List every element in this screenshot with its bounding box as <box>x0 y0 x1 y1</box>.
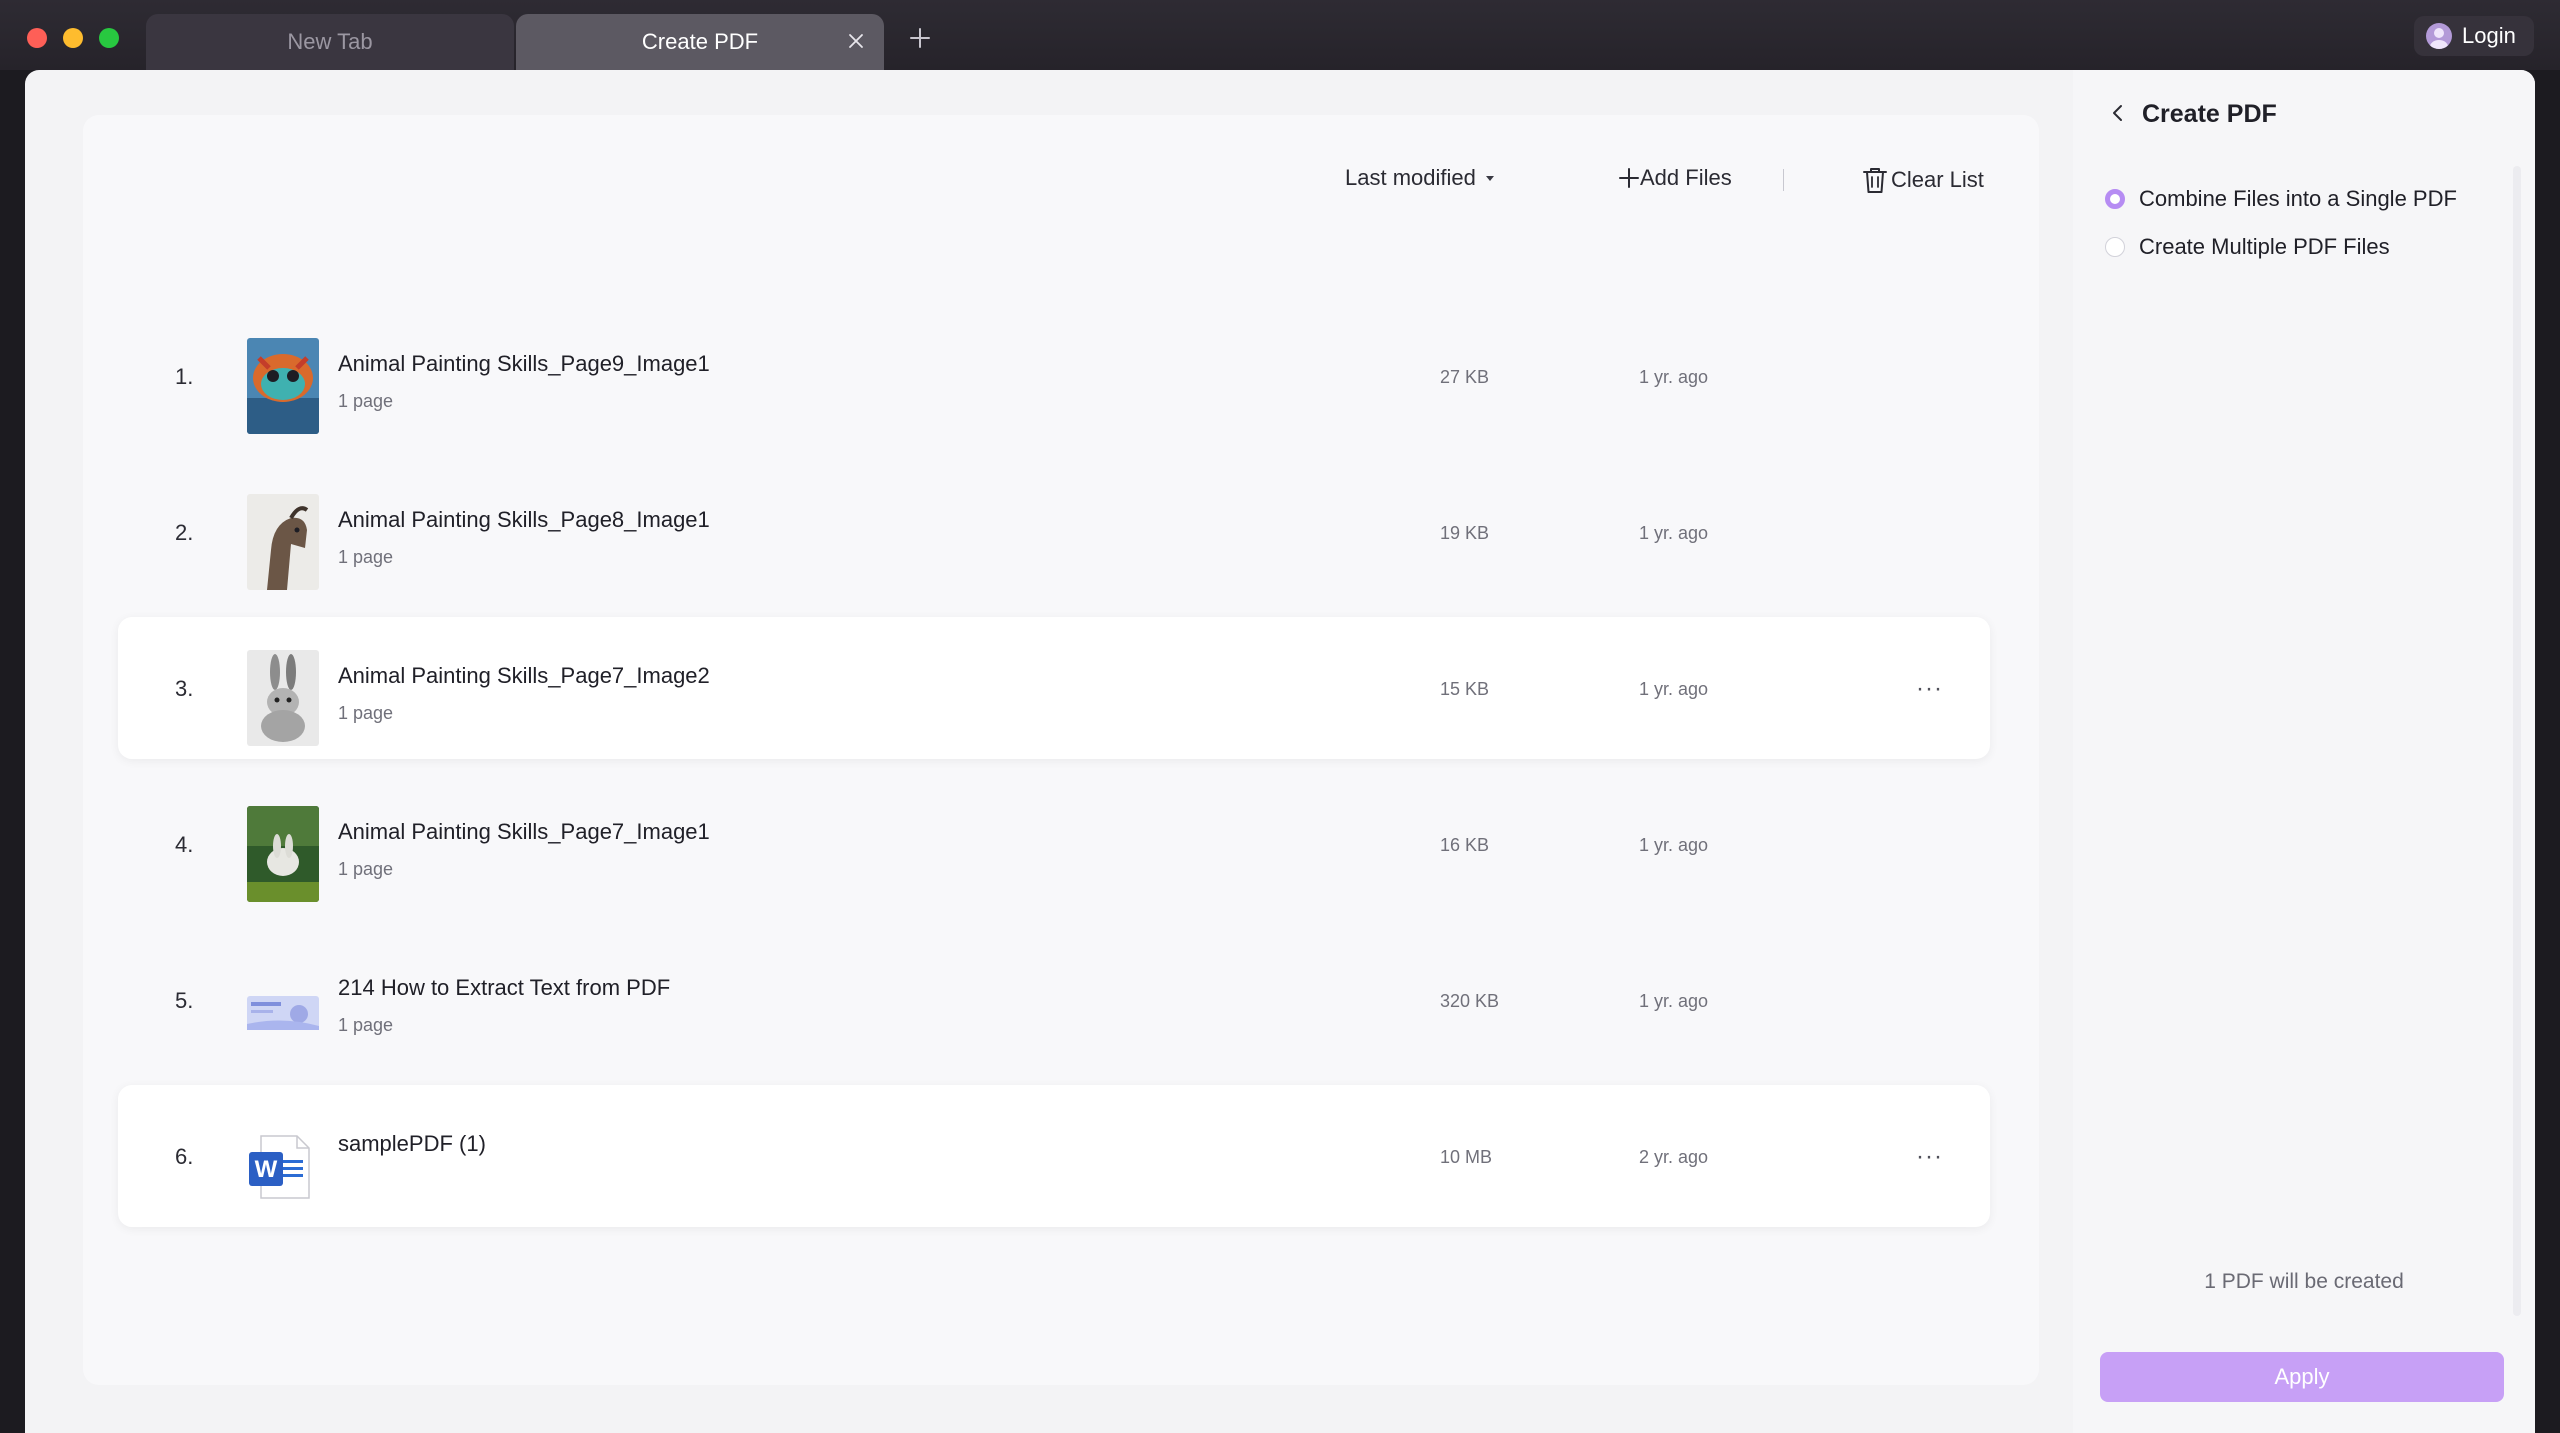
apply-button[interactable]: Apply <box>2100 1352 2504 1402</box>
tab-label: Create PDF <box>641 29 759 54</box>
more-options-icon[interactable]: ··· <box>1916 675 1943 703</box>
add-files-button[interactable]: Add Files <box>1618 165 1732 191</box>
browser-title-bar: New Tab Create PDF Login <box>0 0 2560 70</box>
row-index: 6. <box>175 1144 194 1169</box>
option-combine-single-pdf[interactable]: Combine Files into a Single PDF <box>2105 186 2457 212</box>
add-files-label: Add Files <box>1640 165 1732 190</box>
file-modified: 1 yr. ago <box>1639 835 1709 855</box>
more-options-icon[interactable]: ··· <box>1916 1143 1943 1171</box>
window-zoom-button[interactable] <box>99 28 119 48</box>
sort-label: Last modified <box>1345 165 1476 190</box>
user-avatar-icon <box>2426 23 2452 49</box>
file-modified: 2 yr. ago <box>1639 1147 1709 1167</box>
sort-dropdown[interactable]: Last modified <box>1345 165 1498 191</box>
file-name: Animal Painting Skills_Page7_Image1 <box>338 819 710 844</box>
file-size: 19 KB <box>1440 523 1490 543</box>
row-index: 1. <box>175 364 194 389</box>
new-tab-plus-icon[interactable] <box>908 26 932 50</box>
tab-new-tab[interactable]: New Tab <box>146 14 514 70</box>
clear-list-label: Clear List <box>1891 167 1984 192</box>
tab-label: New Tab <box>287 29 373 54</box>
file-row[interactable]: 5. 214 How to Extract Text from PDF 1 pa… <box>118 929 1990 1071</box>
file-name: Animal Painting Skills_Page7_Image2 <box>338 663 710 688</box>
row-index: 3. <box>175 676 194 701</box>
option-label: Create Multiple PDF Files <box>2139 234 2390 259</box>
file-row[interactable]: 4. Animal Painting Skills_Page7_Image1 1… <box>118 773 1990 915</box>
caret-down-icon <box>1485 176 1494 181</box>
create-pdf-panel: Create PDF Combine Files into a Single P… <box>2073 70 2535 1433</box>
file-row[interactable]: 3. Animal Painting Skills_Page7_Image2 1… <box>118 617 1990 759</box>
file-name: 214 How to Extract Text from PDF <box>338 975 671 1000</box>
row-index: 2. <box>175 520 194 545</box>
toolbar-divider <box>1783 169 1784 191</box>
login-button[interactable]: Login <box>2414 16 2534 56</box>
file-modified: 1 yr. ago <box>1639 367 1709 387</box>
panel-title: Create PDF <box>2142 100 2277 128</box>
file-size: 15 KB <box>1440 679 1490 699</box>
file-size: 27 KB <box>1440 367 1490 387</box>
back-chevron-icon[interactable] <box>2107 102 2129 124</box>
file-name: Animal Painting Skills_Page8_Image1 <box>338 507 710 532</box>
option-label: Combine Files into a Single PDF <box>2139 186 2457 211</box>
file-page-count: 1 page <box>338 391 394 411</box>
file-size: 10 MB <box>1440 1147 1493 1167</box>
file-row[interactable]: 6. W samplePDF (1) 10 MB 2 yr. ago ··· <box>118 1085 1990 1227</box>
panel-scrollbar[interactable] <box>2513 166 2521 1316</box>
file-modified: 1 yr. ago <box>1639 523 1709 543</box>
file-modified: 1 yr. ago <box>1639 679 1709 699</box>
file-page-count: 1 page <box>338 859 394 879</box>
login-label: Login <box>2462 23 2516 48</box>
file-modified: 1 yr. ago <box>1639 991 1709 1011</box>
file-page-count: 1 page <box>338 703 394 723</box>
row-index: 5. <box>175 988 194 1013</box>
app-window: Last modified Add Files Clear List 1. An… <box>25 70 2535 1433</box>
file-page-count: 1 page <box>338 547 394 567</box>
close-tab-icon[interactable] <box>842 27 870 55</box>
file-thumbnail <box>247 338 319 434</box>
window-minimize-button[interactable] <box>63 28 83 48</box>
file-name: Animal Painting Skills_Page9_Image1 <box>338 351 710 376</box>
file-thumbnail <box>247 650 319 746</box>
row-index: 4. <box>175 832 194 857</box>
file-size: 16 KB <box>1440 835 1490 855</box>
file-thumbnail <box>247 806 319 902</box>
window-close-button[interactable] <box>27 28 47 48</box>
plus-icon <box>1619 168 1639 188</box>
radio-selected[interactable] <box>2105 189 2125 209</box>
option-create-multiple-pdf[interactable]: Create Multiple PDF Files <box>2105 234 2390 260</box>
word-document-icon: W <box>247 1118 319 1214</box>
svg-text:W: W <box>255 1156 278 1183</box>
file-thumbnail <box>247 494 319 590</box>
file-size: 320 KB <box>1440 991 1500 1011</box>
trash-icon <box>1863 168 1887 193</box>
clear-list-button[interactable]: Clear List <box>1861 165 1984 195</box>
file-row[interactable]: 2. Animal Painting Skills_Page8_Image1 1… <box>118 461 1990 603</box>
file-name: samplePDF (1) <box>338 1131 486 1156</box>
radio-unselected[interactable] <box>2105 237 2125 257</box>
file-page-count: 1 page <box>338 1015 394 1035</box>
pdf-count-summary: 1 PDF will be created <box>2204 1270 2404 1293</box>
tab-create-pdf[interactable]: Create PDF <box>516 14 884 70</box>
file-list-area: Last modified Add Files Clear List 1. An… <box>83 115 2039 1385</box>
file-row[interactable]: 1. Animal Painting Skills_Page9_Image1 1… <box>118 305 1990 447</box>
file-thumbnail <box>247 962 319 1058</box>
